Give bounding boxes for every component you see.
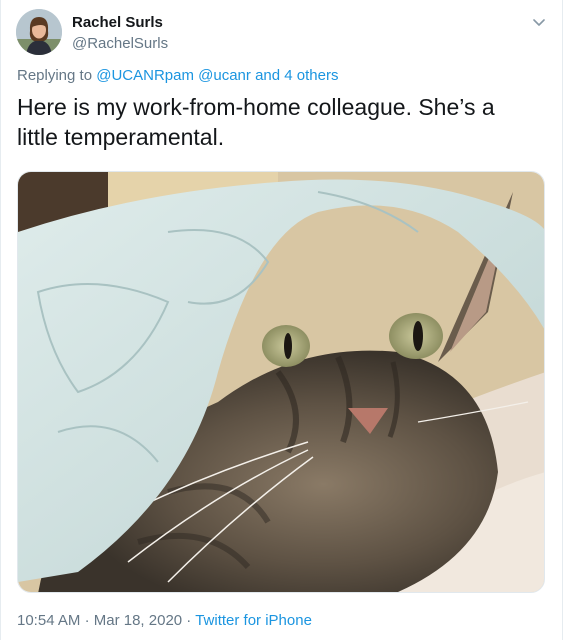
card-border-left bbox=[0, 0, 1, 640]
tweet-photo[interactable] bbox=[17, 171, 545, 593]
meta-separator: · bbox=[186, 612, 192, 629]
mention-link[interactable]: @ucanr bbox=[198, 67, 251, 84]
tweet-date[interactable]: Mar 18, 2020 bbox=[94, 612, 182, 629]
tweet-text: Here is my work-from-home colleague. She… bbox=[17, 94, 495, 150]
replying-prefix: Replying to bbox=[17, 67, 93, 84]
tweet-card: Rachel Surls @RachelSurls Replying to @U… bbox=[0, 0, 563, 640]
tweet-time[interactable]: 10:54 AM bbox=[17, 612, 80, 629]
mention-separator[interactable]: and bbox=[255, 67, 280, 84]
tweet-meta: 10:54 AM · Mar 18, 2020 · Twitter for iP… bbox=[17, 612, 312, 629]
replying-to: Replying to @UCANRpam @ucanr and 4 other… bbox=[17, 67, 338, 84]
meta-separator: · bbox=[84, 612, 90, 629]
display-name[interactable]: Rachel Surls bbox=[72, 14, 163, 31]
mention-link[interactable]: @UCANRpam bbox=[96, 67, 194, 84]
user-handle[interactable]: @RachelSurls bbox=[72, 35, 168, 52]
tweet-source[interactable]: Twitter for iPhone bbox=[195, 612, 312, 629]
more-options-button[interactable] bbox=[528, 14, 550, 32]
others-link[interactable]: 4 others bbox=[284, 67, 338, 84]
avatar[interactable] bbox=[16, 9, 62, 55]
chevron-down-icon bbox=[533, 19, 545, 26]
